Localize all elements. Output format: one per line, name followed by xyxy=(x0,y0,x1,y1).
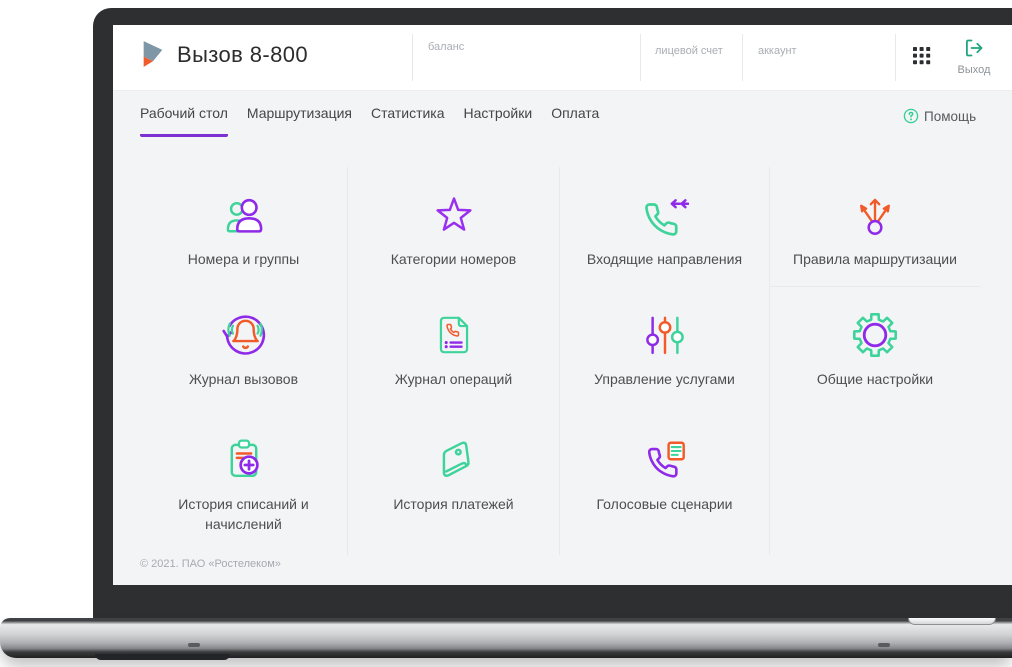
tile-label: Категории номеров xyxy=(390,251,517,267)
tile-label: Журнал вызовов xyxy=(188,371,299,387)
tile-label: Общие настройки xyxy=(816,371,934,387)
app-title: Вызов 8-800 xyxy=(177,42,309,67)
laptop-base-lip xyxy=(95,654,230,660)
laptop-foot xyxy=(188,643,200,647)
header-divider xyxy=(742,34,743,81)
laptop-lid-notch xyxy=(908,618,996,625)
laptop-screen-content: Вызов 8-800 баланс лицевой счет аккаунт xyxy=(113,25,1012,585)
tab-routing[interactable]: Маршрутизация xyxy=(247,105,352,137)
tile-general-settings[interactable]: Общие настройки xyxy=(770,287,980,412)
personal-account-label: лицевой счет xyxy=(655,45,723,57)
header-divider xyxy=(895,34,896,81)
header-divider xyxy=(640,34,641,81)
tile-payments-history[interactable]: История платежей xyxy=(348,412,560,555)
clipboard-plus-icon xyxy=(221,434,267,486)
logout-label: Выход xyxy=(957,64,991,76)
account-label: аккаунт xyxy=(758,45,797,57)
tab-desktop[interactable]: Рабочий стол xyxy=(140,105,228,137)
help-button[interactable]: Помощь xyxy=(903,108,976,124)
rostelecom-logo-icon xyxy=(140,39,168,74)
header-divider xyxy=(412,34,413,81)
tile-operations-log[interactable]: Журнал операций xyxy=(348,287,560,412)
tab-payment[interactable]: Оплата xyxy=(551,105,599,137)
wallet-icon xyxy=(431,434,477,486)
app-body: Рабочий стол Маршрутизация Статистика На… xyxy=(113,91,1012,585)
app-header: Вызов 8-800 баланс лицевой счет аккаунт xyxy=(113,25,1012,91)
tile-label: Правила маршрутизации xyxy=(793,251,957,267)
tab-statistics[interactable]: Статистика xyxy=(371,105,445,137)
main-navigation: Рабочий стол Маршрутизация Статистика На… xyxy=(140,105,599,137)
laptop-screen-bezel: Вызов 8-800 баланс лицевой счет аккаунт xyxy=(93,8,1012,620)
route-split-icon xyxy=(854,189,896,241)
gear-icon xyxy=(851,309,899,361)
tile-routing-rules[interactable]: Правила маршрутизации xyxy=(770,167,980,287)
tile-label: Номера и группы xyxy=(187,251,300,267)
tile-incoming-directions[interactable]: Входящие направления xyxy=(560,167,770,287)
page: Вызов 8-800 баланс лицевой счет аккаунт xyxy=(0,0,1012,667)
star-icon xyxy=(432,189,476,241)
help-icon xyxy=(903,108,919,124)
copyright-text: © 2021. ПАО «Ростелеком» xyxy=(140,558,281,570)
tile-label: Голосовые сценарии xyxy=(596,496,733,512)
document-phone-icon xyxy=(432,309,476,361)
tile-label: История платежей xyxy=(393,496,514,512)
sliders-icon xyxy=(643,309,687,361)
help-label: Помощь xyxy=(924,108,977,124)
tile-call-log[interactable]: Журнал вызовов xyxy=(140,287,348,412)
tile-label: Журнал операций xyxy=(394,371,513,387)
apps-grid-button[interactable] xyxy=(913,47,931,70)
laptop-base xyxy=(0,618,1012,660)
logout-icon xyxy=(966,39,983,57)
tile-numbers-and-groups[interactable]: Номера и группы xyxy=(140,167,348,287)
tile-charges-history[interactable]: История списаний и начислений xyxy=(140,412,348,555)
tab-settings[interactable]: Настройки xyxy=(464,105,533,137)
grid-icon xyxy=(913,47,931,65)
laptop-foot xyxy=(878,643,890,647)
call-log-icon xyxy=(219,309,269,361)
phone-script-icon xyxy=(642,434,688,486)
phone-incoming-icon xyxy=(641,189,689,241)
tile-number-categories[interactable]: Категории номеров xyxy=(348,167,560,287)
tile-label: Входящие направления xyxy=(586,251,743,267)
people-icon xyxy=(221,189,267,241)
tile-service-management[interactable]: Управление услугами xyxy=(560,287,770,412)
dashboard-grid: Номера и группы Категории номеров Входящ… xyxy=(140,167,980,555)
balance-label: баланс xyxy=(428,41,465,53)
logout-button[interactable]: Выход xyxy=(947,38,1001,76)
tile-label: Управление услугами xyxy=(594,371,735,387)
tile-label: История списаний и начислений xyxy=(178,496,309,533)
tile-voice-scenarios[interactable]: Голосовые сценарии xyxy=(560,412,770,555)
